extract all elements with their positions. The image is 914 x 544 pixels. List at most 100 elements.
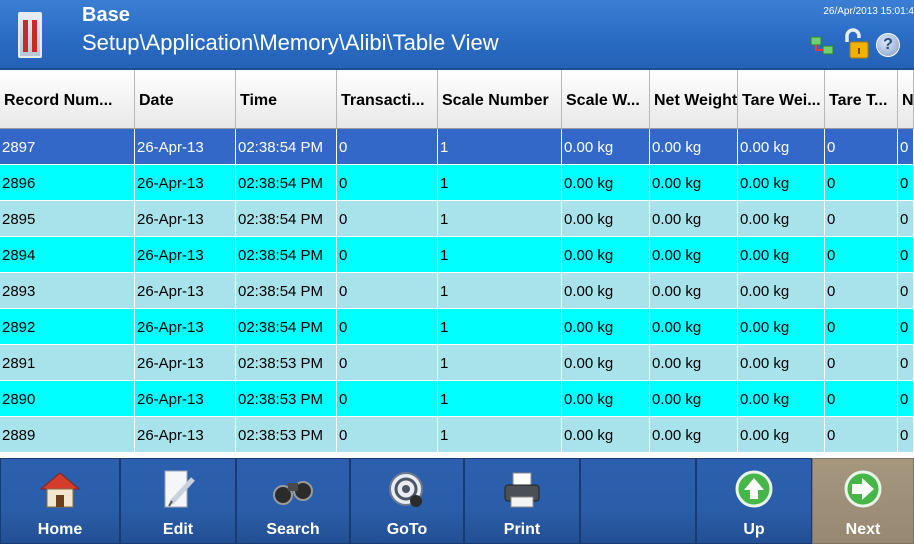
cell-time: 02:38:54 PM: [236, 165, 337, 200]
table-row[interactable]: 2897 26-Apr-13 02:38:54 PM 0 1 0.00 kg 0…: [0, 129, 914, 165]
cell-tare-type: 0: [825, 273, 898, 308]
blank-softkey[interactable]: [580, 458, 696, 544]
cell-transaction: 0: [337, 129, 438, 164]
cell-tare-type: 0: [825, 237, 898, 272]
next-button[interactable]: Next: [812, 458, 914, 544]
cell-time: 02:38:54 PM: [236, 201, 337, 236]
cell-tare-weight: 0.00 kg: [738, 165, 825, 200]
cell-record-number: 2894: [0, 237, 135, 272]
cell-tare-type: 0: [825, 165, 898, 200]
cell-net-weight: 0.00 kg: [650, 417, 738, 452]
cell-record-number: 2891: [0, 345, 135, 380]
table-row[interactable]: 2894 26-Apr-13 02:38:54 PM 0 1 0.00 kg 0…: [0, 237, 914, 273]
cell-scale-weight: 0.00 kg: [562, 381, 650, 416]
cell-record-number: 2892: [0, 309, 135, 344]
table-row[interactable]: 2890 26-Apr-13 02:38:53 PM 0 1 0.00 kg 0…: [0, 381, 914, 417]
help-icon[interactable]: ?: [876, 33, 900, 57]
table-row[interactable]: 2889 26-Apr-13 02:38:53 PM 0 1 0.00 kg 0…: [0, 417, 914, 453]
goto-button[interactable]: GoTo: [350, 458, 464, 544]
column-header-time[interactable]: Time: [236, 70, 337, 128]
cell-tare-type: 0: [825, 201, 898, 236]
cell-transaction: 0: [337, 309, 438, 344]
cell-tare-type: 0: [825, 381, 898, 416]
search-button[interactable]: Search: [236, 458, 350, 544]
cell-transaction: 0: [337, 381, 438, 416]
cell-date: 26-Apr-13: [135, 273, 236, 308]
column-header-n[interactable]: N: [898, 70, 914, 128]
column-header-date[interactable]: Date: [135, 70, 236, 128]
cell-scale-weight: 0.00 kg: [562, 129, 650, 164]
column-header-scale-number[interactable]: Scale Number: [438, 70, 562, 128]
cell-tare-weight: 0.00 kg: [738, 381, 825, 416]
cell-scale-number: 1: [438, 165, 562, 200]
table-row[interactable]: 2895 26-Apr-13 02:38:54 PM 0 1 0.00 kg 0…: [0, 201, 914, 237]
table-header: Record Num... Date Time Transacti... Sca…: [0, 70, 914, 129]
cell-tare-type: 0: [825, 309, 898, 344]
cell-n: 0: [898, 201, 914, 236]
print-button[interactable]: Print: [464, 458, 580, 544]
next-label: Next: [845, 521, 881, 538]
column-header-net-weight[interactable]: Net Weight: [650, 70, 738, 128]
cell-record-number: 2897: [0, 129, 135, 164]
column-header-record-number[interactable]: Record Num...: [0, 70, 135, 128]
cell-date: 26-Apr-13: [135, 345, 236, 380]
cell-n: 0: [898, 273, 914, 308]
cell-scale-weight: 0.00 kg: [562, 165, 650, 200]
cell-date: 26-Apr-13: [135, 201, 236, 236]
table-row[interactable]: 2896 26-Apr-13 02:38:54 PM 0 1 0.00 kg 0…: [0, 165, 914, 201]
cell-net-weight: 0.00 kg: [650, 345, 738, 380]
cell-net-weight: 0.00 kg: [650, 201, 738, 236]
cell-time: 02:38:54 PM: [236, 237, 337, 272]
goto-icon: [389, 472, 423, 507]
cell-net-weight: 0.00 kg: [650, 309, 738, 344]
edit-button[interactable]: Edit: [120, 458, 236, 544]
cell-scale-weight: 0.00 kg: [562, 273, 650, 308]
cell-scale-number: 1: [438, 345, 562, 380]
cell-tare-weight: 0.00 kg: [738, 237, 825, 272]
column-header-tare-type[interactable]: Tare T...: [825, 70, 898, 128]
cell-date: 26-Apr-13: [135, 309, 236, 344]
table-row[interactable]: 2891 26-Apr-13 02:38:53 PM 0 1 0.00 kg 0…: [0, 345, 914, 381]
up-arrow-icon: [735, 470, 773, 508]
up-label: Up: [743, 521, 765, 538]
breadcrumb: Setup\Application\Memory\Alibi\Table Vie…: [82, 30, 499, 55]
cell-scale-number: 1: [438, 201, 562, 236]
app-icon: [18, 12, 42, 58]
cell-net-weight: 0.00 kg: [650, 273, 738, 308]
cell-transaction: 0: [337, 345, 438, 380]
cell-date: 26-Apr-13: [135, 417, 236, 452]
cell-transaction: 0: [337, 273, 438, 308]
table-row[interactable]: 2892 26-Apr-13 02:38:54 PM 0 1 0.00 kg 0…: [0, 309, 914, 345]
cell-date: 26-Apr-13: [135, 381, 236, 416]
softkey-bar: Home Edit Search GoTo Print Up Next: [0, 458, 914, 544]
binoculars-icon: [273, 481, 313, 505]
cell-time: 02:38:54 PM: [236, 273, 337, 308]
cell-record-number: 2889: [0, 417, 135, 452]
cell-net-weight: 0.00 kg: [650, 129, 738, 164]
cell-scale-number: 1: [438, 381, 562, 416]
cell-tare-weight: 0.00 kg: [738, 417, 825, 452]
lock-icon: [845, 28, 869, 59]
cell-record-number: 2896: [0, 165, 135, 200]
up-button[interactable]: Up: [696, 458, 812, 544]
column-header-scale-weight[interactable]: Scale W...: [562, 70, 650, 128]
edit-label: Edit: [162, 521, 194, 538]
cell-date: 26-Apr-13: [135, 165, 236, 200]
home-button[interactable]: Home: [0, 458, 120, 544]
print-label: Print: [503, 521, 541, 538]
cell-n: 0: [898, 129, 914, 164]
cell-n: 0: [898, 381, 914, 416]
table-row[interactable]: 2893 26-Apr-13 02:38:54 PM 0 1 0.00 kg 0…: [0, 273, 914, 309]
cell-n: 0: [898, 237, 914, 272]
next-arrow-icon: [844, 470, 882, 508]
column-header-transaction[interactable]: Transacti...: [337, 70, 438, 128]
cell-tare-weight: 0.00 kg: [738, 201, 825, 236]
cell-net-weight: 0.00 kg: [650, 237, 738, 272]
home-label: Home: [37, 521, 83, 538]
column-header-tare-weight[interactable]: Tare Wei...: [738, 70, 825, 128]
cell-n: 0: [898, 417, 914, 452]
page-title: Base: [82, 4, 130, 26]
cell-scale-number: 1: [438, 417, 562, 452]
cell-n: 0: [898, 309, 914, 344]
cell-scale-number: 1: [438, 129, 562, 164]
